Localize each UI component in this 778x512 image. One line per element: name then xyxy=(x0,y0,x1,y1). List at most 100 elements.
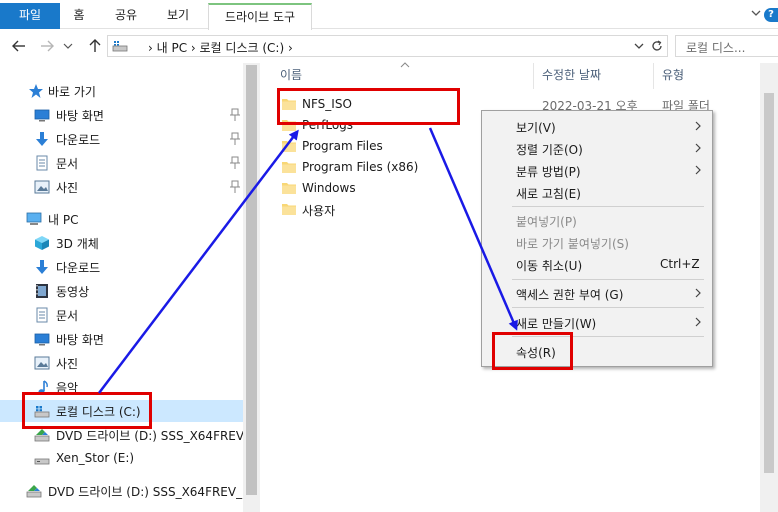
menu-item-sort[interactable]: 정렬 기준(O) xyxy=(484,137,710,159)
menu-item-label: 새로 고침(E) xyxy=(516,187,581,201)
folder-icon xyxy=(282,204,296,215)
nav-pc-documents-label: 문서 xyxy=(56,309,79,323)
file-name: Program Files xyxy=(302,139,383,153)
nav-pc-downloads[interactable]: 다운로드 xyxy=(0,256,243,278)
tab-view[interactable]: 보기 xyxy=(160,3,196,29)
menu-item-refresh[interactable]: 새로 고침(E) xyxy=(484,181,710,203)
file-name: Windows xyxy=(302,181,356,195)
star-icon xyxy=(29,84,43,98)
computer-icon xyxy=(26,212,42,225)
nav-pc-dvd-d-label: DVD 드라이브 (D:) SSS_X64FREV_K xyxy=(56,429,258,443)
chevron-down-icon[interactable] xyxy=(750,8,762,18)
menu-item-shortcut: Ctrl+Z xyxy=(660,257,700,271)
menu-item-label: 붙여넣기(P) xyxy=(516,215,577,229)
menu-item-give-access[interactable]: 액세스 권한 부여 (G) xyxy=(484,282,710,304)
menu-item-undo-move[interactable]: 이동 취소(U) Ctrl+Z xyxy=(484,253,710,275)
address-bar[interactable]: › 내 PC › 로컬 디스크 (C:) › xyxy=(107,35,668,57)
nav-quick-access-label: 바로 가기 xyxy=(48,85,96,99)
annotation-box-nfs-iso xyxy=(277,88,460,125)
recent-chevron-icon[interactable] xyxy=(62,36,74,56)
tab-share[interactable]: 공유 xyxy=(108,3,144,29)
file-row-windows[interactable]: Windows xyxy=(280,178,480,199)
menu-item-paste-shortcut[interactable]: 바로 가기 붙여넣기(S) xyxy=(484,231,710,253)
pin-icon[interactable] xyxy=(229,156,241,170)
ribbon: 파일 홈 공유 보기 드라이브 도구 ? xyxy=(0,0,778,30)
navigation-pane: 바로 가기 바탕 화면 다운로드 문서 사진 내 PC 3D 개체 다운로드 동… xyxy=(0,63,260,512)
file-name: Program Files (x86) xyxy=(302,160,419,174)
nav-pc-3d[interactable]: 3D 개체 xyxy=(0,232,243,254)
content-scrollbar-thumb[interactable] xyxy=(764,93,774,473)
download-icon xyxy=(36,132,48,146)
nav-pc-videos[interactable]: 동영상 xyxy=(0,280,243,302)
pin-icon[interactable] xyxy=(229,180,241,194)
menu-item-label: 보기(V) xyxy=(516,121,556,135)
content-scrollbar[interactable] xyxy=(760,63,778,512)
nav-quick-pictures[interactable]: 사진 xyxy=(0,176,243,198)
menu-item-group[interactable]: 분류 방법(P) xyxy=(484,159,710,181)
column-modified-header[interactable]: 수정한 날짜 xyxy=(542,66,601,86)
picture-icon xyxy=(34,180,50,194)
search-input[interactable]: 로컬 디스... xyxy=(675,35,778,57)
column-separator[interactable] xyxy=(533,63,534,89)
back-arrow-icon[interactable] xyxy=(10,36,28,56)
pin-icon[interactable] xyxy=(229,108,241,122)
sort-caret-icon xyxy=(400,62,410,68)
menu-item-label: 정렬 기준(O) xyxy=(516,143,583,157)
pin-icon[interactable] xyxy=(229,132,241,146)
tab-file[interactable]: 파일 xyxy=(0,3,60,29)
address-row: › 내 PC › 로컬 디스크 (C:) › 로컬 디스... xyxy=(0,29,778,63)
nav-quick-desktop[interactable]: 바탕 화면 xyxy=(0,104,243,126)
file-row-users[interactable]: 사용자 xyxy=(280,199,480,220)
nav-quick-documents[interactable]: 문서 xyxy=(0,152,243,174)
forward-arrow-icon[interactable] xyxy=(38,36,56,56)
file-row-program-files[interactable]: Program Files xyxy=(280,136,480,157)
video-icon xyxy=(36,284,48,298)
menu-item-new[interactable]: 새로 만들기(W) xyxy=(484,311,710,333)
chevron-right-icon xyxy=(695,121,701,131)
nav-quick-pictures-label: 사진 xyxy=(56,181,79,195)
up-arrow-icon[interactable] xyxy=(86,36,104,56)
drive-icon xyxy=(34,458,50,465)
picture-icon xyxy=(34,356,50,370)
column-separator[interactable] xyxy=(653,63,654,89)
header-spacer xyxy=(522,63,778,64)
chevron-right-icon xyxy=(695,165,701,175)
column-name-header[interactable]: 이름 xyxy=(280,66,302,86)
tab-home[interactable]: 홈 xyxy=(64,3,94,29)
desktop-icon xyxy=(34,109,50,122)
nav-this-pc-label: 내 PC xyxy=(48,213,79,227)
nav-pc-pictures-label: 사진 xyxy=(56,357,79,371)
address-dropdown-icon[interactable] xyxy=(633,41,645,51)
column-type-header[interactable]: 유형 xyxy=(662,66,684,86)
nav-this-pc[interactable]: 내 PC xyxy=(0,208,243,230)
nav-pc-desktop-label: 바탕 화면 xyxy=(56,333,104,347)
menu-item-view[interactable]: 보기(V) xyxy=(484,115,710,137)
menu-item-label: 이동 취소(U) xyxy=(516,259,583,273)
menu-item-paste[interactable]: 붙여넣기(P) xyxy=(484,209,710,231)
download-icon xyxy=(36,260,48,274)
file-row-program-files-x86[interactable]: Program Files (x86) xyxy=(280,157,480,178)
nav-dvd-root-label: DVD 드라이브 (D:) SSS_X64FREV_KO xyxy=(48,485,259,499)
menu-item-label: 분류 방법(P) xyxy=(516,165,581,179)
nav-pc-xen-stor-e[interactable]: Xen_Stor (E:) xyxy=(0,448,243,470)
chevron-right-icon xyxy=(695,317,701,327)
nav-quick-downloads[interactable]: 다운로드 xyxy=(0,128,243,150)
nav-pc-desktop[interactable]: 바탕 화면 xyxy=(0,328,243,350)
drive-icon xyxy=(112,41,128,52)
tab-drive-tools[interactable]: 드라이브 도구 xyxy=(208,3,312,30)
nav-scrollbar-thumb[interactable] xyxy=(246,65,257,495)
nav-pc-documents[interactable]: 문서 xyxy=(0,304,243,326)
annotation-box-local-disk xyxy=(22,392,152,429)
help-icon[interactable]: ? xyxy=(764,8,778,22)
nav-quick-documents-label: 문서 xyxy=(56,157,79,171)
nav-scrollbar[interactable] xyxy=(243,63,260,512)
nav-pc-pictures[interactable]: 사진 xyxy=(0,352,243,374)
nav-quick-access[interactable]: 바로 가기 xyxy=(0,80,243,102)
refresh-icon[interactable] xyxy=(650,39,664,53)
search-placeholder: 로컬 디스... xyxy=(686,41,746,55)
nav-dvd-root[interactable]: DVD 드라이브 (D:) SSS_X64FREV_KO xyxy=(0,480,259,502)
nav-quick-downloads-label: 다운로드 xyxy=(56,133,101,147)
cube-icon xyxy=(35,236,49,250)
menu-separator xyxy=(512,206,704,207)
menu-item-label: 액세스 권한 부여 (G) xyxy=(516,288,624,302)
